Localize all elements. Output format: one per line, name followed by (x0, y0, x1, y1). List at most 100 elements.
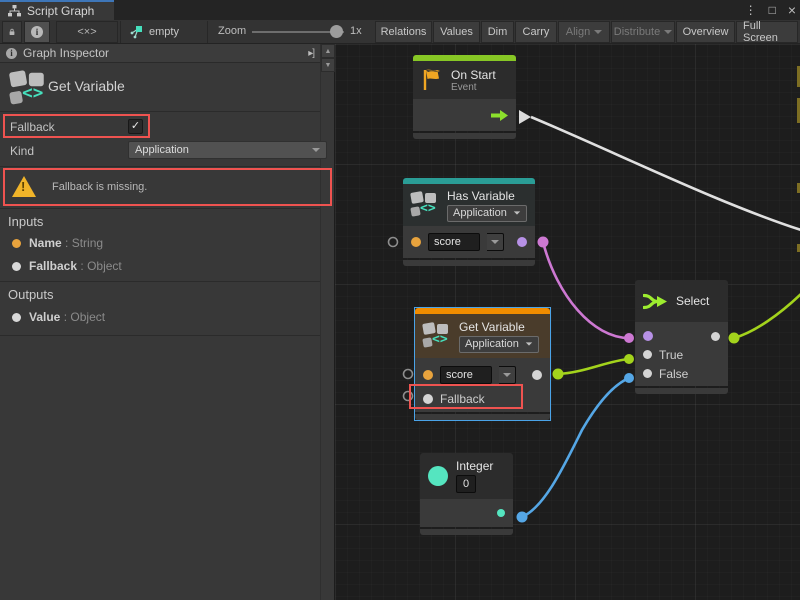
inspector-scrollbar[interactable]: ▲ ▼ (320, 44, 334, 600)
chevron-down-icon (514, 211, 520, 214)
highlight-box-fallback-option (3, 114, 150, 138)
graph-toolbar: i <×> empty Zoom 1x Relations Values Dim… (0, 20, 800, 44)
window-titlebar: Script Graph ⋮ □ × (0, 0, 800, 20)
info-icon: i (31, 26, 43, 38)
info-icon: i (6, 48, 17, 59)
graph-path-label: empty (149, 26, 179, 38)
node-title: Integer (456, 459, 493, 473)
bool-output-port[interactable] (517, 237, 527, 247)
integer-value-field[interactable]: 0 (456, 475, 476, 493)
toolbar-button-dim[interactable]: Dim (481, 21, 514, 43)
select-merge-icon (643, 293, 668, 310)
chevron-down-icon (312, 148, 320, 152)
variable-name-dropdown[interactable] (487, 233, 504, 251)
flag-icon (421, 68, 443, 92)
unity-script-graph-window: Script Graph ⋮ □ × i <×> (0, 0, 800, 600)
variable-kind-dropdown[interactable]: Application (447, 205, 527, 222)
toolbar-button-distribute[interactable]: Distribute (611, 21, 675, 43)
graph-icon (8, 5, 21, 17)
chevron-down-icon (594, 30, 602, 34)
inputs-header: Inputs (8, 214, 43, 229)
false-input-port[interactable] (643, 369, 652, 378)
outputs-header: Outputs (8, 287, 54, 302)
name-input-port[interactable] (423, 370, 433, 380)
highlight-box-fallback-port (409, 384, 523, 409)
tab-label: Script Graph (27, 4, 94, 18)
window-close-icon[interactable]: × (788, 2, 796, 18)
node-integer[interactable]: Integer 0 (420, 453, 513, 535)
window-maximize-icon[interactable]: □ (769, 3, 776, 17)
node-title: Select (676, 294, 709, 308)
integer-output-port[interactable] (497, 509, 505, 517)
unconnected-port-ring (389, 238, 398, 247)
true-input-port[interactable] (643, 350, 652, 359)
zoom-slider-handle[interactable] (330, 25, 343, 38)
value-output-port[interactable] (532, 370, 542, 380)
variable-name-field[interactable]: score (428, 233, 480, 251)
inspector-unit-title: Get Variable (48, 78, 125, 94)
variable-unit-icon: <> (10, 70, 48, 108)
angle-x-icon: <×> (77, 26, 96, 38)
toolbar-button-align[interactable]: Align (558, 21, 610, 43)
window-menu-icon[interactable]: ⋮ (745, 3, 757, 17)
lock-icon (9, 26, 15, 38)
variable-icon: <> (423, 322, 451, 350)
inspect-button[interactable]: i (24, 21, 50, 43)
toolbar-button-relations[interactable]: Relations (375, 21, 432, 43)
lock-button[interactable] (2, 21, 22, 43)
port-dot-gray (12, 313, 21, 322)
wire-select-output (734, 294, 800, 338)
variable-kind-dropdown[interactable]: Application (459, 336, 539, 353)
zoom-label: Zoom (218, 25, 246, 37)
integer-type-icon (428, 466, 448, 486)
toolbar-button-values[interactable]: Values (433, 21, 480, 43)
chevron-down-icon (664, 30, 672, 34)
variable-icon: <> (411, 191, 439, 219)
graph-canvas[interactable]: On Start Event <> Has Var (335, 44, 800, 600)
inspector-header: i Graph Inspector ▸] (0, 44, 320, 63)
node-title: On Start (451, 68, 496, 82)
toolbar-button-carry[interactable]: Carry (515, 21, 557, 43)
output-row-value: Value : Object (12, 310, 105, 324)
scroll-down-icon[interactable]: ▼ (321, 58, 335, 72)
kind-dropdown[interactable]: Application (128, 141, 327, 159)
variable-name-field[interactable]: score (440, 366, 492, 384)
toolbar-button-fullscreen[interactable]: Full Screen (736, 21, 798, 43)
graph-inspector-panel: i Graph Inspector ▸] ▲ ▼ <> Get Variable… (0, 44, 335, 600)
node-title: Get Variable (459, 320, 539, 334)
name-input-port[interactable] (411, 237, 421, 247)
false-port-label: False (659, 367, 688, 381)
selection-output-port[interactable] (711, 332, 720, 341)
port-dot-gray (12, 262, 21, 271)
dock-icon[interactable]: ▸] (308, 48, 314, 59)
inspector-title: Graph Inspector (23, 46, 109, 60)
kind-row: Kind Application (0, 141, 320, 163)
scroll-up-icon[interactable]: ▲ (321, 44, 335, 58)
wire-has-variable-to-select (543, 242, 629, 338)
unconnected-port-ring (404, 370, 413, 379)
code-preview-button[interactable]: <×> (56, 21, 118, 43)
node-title: Has Variable (447, 189, 527, 203)
variable-name-dropdown[interactable] (499, 366, 516, 384)
control-connector-triangle (519, 110, 531, 124)
graph-node-icon (129, 26, 143, 39)
input-row-name: Name : String (12, 236, 103, 250)
kind-label: Kind (10, 144, 34, 158)
zoom-value: 1x (350, 25, 362, 37)
tab-script-graph[interactable]: Script Graph (0, 0, 114, 20)
wire-get-variable-to-select (558, 359, 629, 374)
wires-layer (335, 44, 800, 600)
kind-value: Application (135, 144, 189, 156)
node-select[interactable]: Select True False (635, 280, 728, 394)
true-port-label: True (659, 348, 683, 362)
chevron-down-icon (526, 342, 532, 345)
port-dot-orange (12, 239, 21, 248)
control-output-port[interactable] (491, 110, 508, 121)
toolbar-button-overview[interactable]: Overview (676, 21, 735, 43)
node-get-variable[interactable]: <> Get Variable Application score Fa (415, 308, 550, 420)
node-on-start[interactable]: On Start Event (413, 55, 516, 139)
node-has-variable[interactable]: <> Has Variable Application score (403, 178, 535, 266)
condition-input-port[interactable] (643, 331, 653, 341)
graph-path-segment[interactable]: empty (120, 21, 208, 43)
node-subtitle: Event (451, 82, 496, 93)
